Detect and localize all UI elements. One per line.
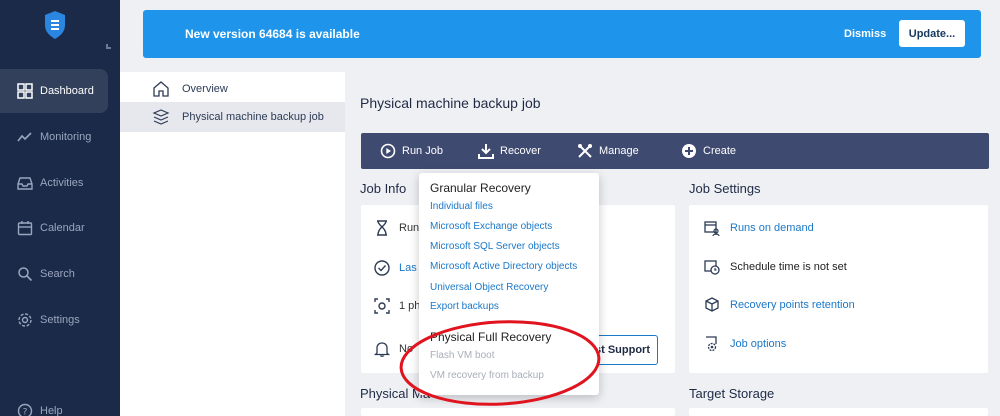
update-message: New version 64684 is available (185, 27, 360, 41)
job-info-row-text: 1 ph (399, 300, 421, 312)
settings-icon (16, 311, 34, 329)
update-banner: New version 64684 is available Dismiss U… (143, 10, 981, 58)
activities-icon (16, 174, 34, 192)
create-button[interactable]: Create (681, 133, 736, 169)
cube-icon (703, 296, 721, 314)
nav-settings[interactable]: Settings (0, 298, 120, 342)
job-options-link[interactable]: Job options (730, 338, 786, 350)
recovery-points-link[interactable]: Recovery points retention (730, 299, 855, 311)
dashboard-icon (16, 82, 34, 100)
download-icon (478, 143, 494, 159)
menu-item-universal-object-recovery[interactable]: Universal Object Recovery (430, 282, 548, 293)
job-toolbar: Run Job Recover Manage Create (361, 133, 989, 169)
granular-recovery-heading: Granular Recovery (430, 181, 531, 195)
physical-machines-card (361, 408, 675, 416)
collapse-sidebar-icon[interactable] (106, 44, 111, 49)
job-info-title: Job Info (360, 181, 407, 196)
nav-help[interactable]: ? Help (0, 389, 120, 416)
tree-item-backup-job-label: Physical machine backup job (182, 111, 324, 123)
nav-search-label: Search (40, 268, 75, 280)
help-icon: ? (16, 402, 34, 416)
calendar-icon (16, 219, 34, 237)
annotation-ellipse (399, 320, 601, 406)
nav-dashboard-label: Dashboard (40, 85, 94, 97)
menu-item-exchange-objects[interactable]: Microsoft Exchange objects (430, 221, 552, 232)
job-info-row-text[interactable]: Las (399, 262, 417, 274)
nav-monitoring-label: Monitoring (40, 131, 92, 143)
menu-item-export-backups[interactable]: Export backups (430, 301, 499, 312)
target-machine-icon (373, 297, 391, 315)
app-logo-icon[interactable] (43, 10, 67, 40)
monitoring-icon (16, 128, 34, 146)
nav-dashboard[interactable]: Dashboard (0, 69, 108, 113)
job-info-row: Run (373, 219, 419, 237)
job-setting-row[interactable]: Recovery points retention (703, 296, 855, 314)
target-storage-title: Target Storage (689, 386, 775, 401)
nav-calendar-label: Calendar (40, 222, 85, 234)
inventory-tree: Overview Physical machine backup job (120, 72, 345, 416)
recover-label: Recover (500, 145, 541, 157)
page-title: Physical machine backup job (360, 95, 541, 111)
nav-settings-label: Settings (40, 314, 80, 326)
nav-calendar[interactable]: Calendar (0, 206, 120, 250)
job-setting-row[interactable]: Job options (703, 335, 786, 353)
plus-circle-icon (681, 143, 697, 159)
update-button[interactable]: Update... (899, 20, 965, 47)
create-label: Create (703, 145, 737, 157)
search-icon (16, 265, 34, 283)
nav-activities[interactable]: Activities (0, 161, 120, 205)
recover-button[interactable]: Recover (478, 133, 541, 169)
target-storage-card (689, 408, 988, 416)
play-icon (380, 143, 396, 159)
main-sidebar: Dashboard Monitoring Activities Calendar… (0, 0, 120, 416)
job-settings-title: Job Settings (689, 181, 761, 196)
tools-icon (577, 143, 593, 159)
run-job-label: Run Job (402, 145, 443, 157)
calendar-user-icon (703, 219, 721, 237)
job-info-row: Las (373, 259, 417, 277)
schedule-clock-icon (703, 258, 721, 276)
nav-search[interactable]: Search (0, 252, 120, 296)
job-setting-row: Schedule time is not set (703, 258, 847, 276)
backup-job-icon (152, 108, 170, 126)
runs-on-demand-link[interactable]: Runs on demand (730, 222, 814, 234)
nav-activities-label: Activities (40, 177, 84, 189)
home-icon (152, 80, 170, 98)
menu-item-sql-objects[interactable]: Microsoft SQL Server objects (430, 241, 560, 252)
hourglass-icon (373, 219, 391, 237)
check-circle-icon (373, 259, 391, 277)
dismiss-button[interactable]: Dismiss (844, 28, 886, 40)
svg-text:?: ? (23, 408, 28, 416)
menu-item-ad-objects[interactable]: Microsoft Active Directory objects (430, 261, 577, 272)
menu-item-individual-files[interactable]: Individual files (430, 201, 493, 212)
nav-help-label: Help (40, 405, 63, 416)
nav-monitoring[interactable]: Monitoring (0, 115, 120, 159)
job-info-row: 1 ph (373, 297, 420, 315)
tree-item-backup-job[interactable]: Physical machine backup job (120, 102, 345, 132)
manage-label: Manage (599, 145, 639, 157)
tree-item-overview-label: Overview (182, 83, 228, 95)
manage-button[interactable]: Manage (577, 133, 639, 169)
job-setting-row[interactable]: Runs on demand (703, 219, 814, 237)
schedule-text: Schedule time is not set (730, 261, 847, 273)
gear-doc-icon (703, 335, 721, 353)
tree-item-overview[interactable]: Overview (120, 74, 345, 104)
bell-icon (373, 340, 391, 358)
job-info-row-text: Run (399, 222, 420, 234)
run-job-button[interactable]: Run Job (380, 133, 443, 169)
